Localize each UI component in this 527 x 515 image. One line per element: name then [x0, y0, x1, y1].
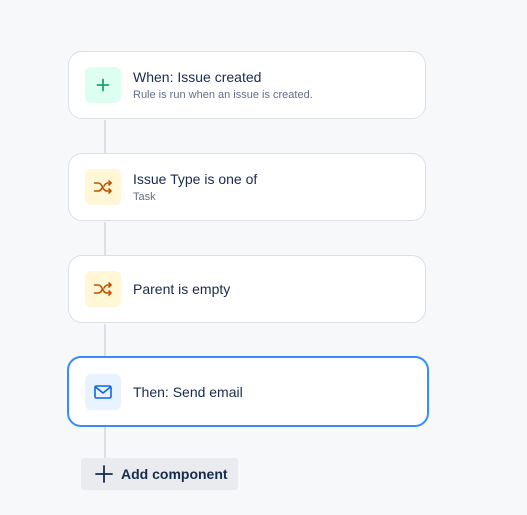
plus-icon	[94, 464, 114, 484]
shuffle-icon	[85, 169, 121, 205]
connector-line-1	[104, 120, 106, 153]
connector-line-4	[104, 426, 106, 458]
connector-line-2	[104, 222, 106, 255]
condition-card-issue-type[interactable]: Issue Type is one of Task	[68, 153, 426, 221]
component-title: Parent is empty	[133, 281, 231, 297]
add-component-button[interactable]: Add component	[81, 458, 238, 490]
plus-icon	[85, 67, 121, 103]
component-title: Then: Send email	[133, 383, 243, 400]
shuffle-icon	[85, 271, 121, 307]
component-title: When: Issue created	[133, 69, 262, 85]
component-title: Issue Type is one of	[133, 171, 258, 187]
mail-icon	[85, 373, 121, 410]
condition-card-parent-empty[interactable]: Parent is empty	[68, 255, 426, 323]
component-subtitle: Task	[133, 191, 156, 203]
add-component-label: Add component	[121, 466, 228, 482]
component-subtitle: Rule is run when an issue is created.	[133, 89, 313, 101]
trigger-card-issue-created[interactable]: When: Issue created Rule is run when an …	[68, 51, 426, 119]
connector-line-3	[104, 324, 106, 357]
action-card-send-email[interactable]: Then: Send email	[67, 356, 429, 427]
